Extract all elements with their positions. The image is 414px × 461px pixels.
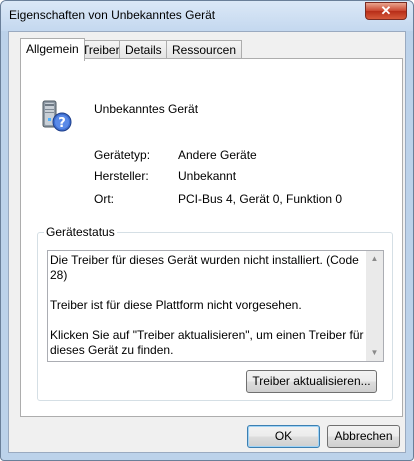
- update-driver-button[interactable]: Treiber aktualisieren...: [246, 370, 377, 393]
- close-button[interactable]: ✕: [365, 2, 407, 20]
- device-status-textbox[interactable]: Die Treiber für dieses Gerät wurden nich…: [47, 250, 384, 362]
- scroll-up-icon[interactable]: ▲: [366, 251, 383, 267]
- tab-allgemein[interactable]: Allgemein: [20, 38, 85, 61]
- cancel-label: Abbrechen: [334, 429, 393, 443]
- tab-ressourcen[interactable]: Ressourcen: [166, 40, 243, 59]
- ok-label: OK: [274, 429, 293, 443]
- device-type-label: Gerätetyp:: [94, 148, 151, 162]
- location-label: Ort:: [94, 192, 114, 206]
- status-line: Klicken Sie auf "Treiber aktualisieren",…: [50, 328, 364, 357]
- window-title: Eigenschaften von Unbekanntes Gerät: [9, 8, 216, 22]
- ok-button[interactable]: OK: [247, 425, 320, 448]
- status-line: Die Treiber für dieses Gerät wurden nich…: [50, 253, 359, 282]
- tab-panel-allgemein: ? Unbekanntes Gerät Gerätetyp: Andere Ge…: [20, 58, 403, 417]
- manufacturer-value: Unbekannt: [178, 169, 237, 183]
- device-status-group: Gerätestatus Die Treiber für dieses Gerä…: [37, 225, 393, 401]
- title-bar[interactable]: Eigenschaften von Unbekanntes Gerät ✕: [1, 1, 413, 31]
- unknown-device-icon: ?: [42, 100, 72, 132]
- properties-dialog: Eigenschaften von Unbekanntes Gerät ✕ Al…: [0, 0, 414, 461]
- device-status-text: Die Treiber für dieses Gerät wurden nich…: [50, 253, 368, 358]
- scroll-down-icon[interactable]: ▼: [366, 345, 383, 361]
- tab-label: Ressourcen: [172, 43, 237, 57]
- update-driver-label: Treiber aktualisieren...: [252, 374, 371, 388]
- tab-label: Allgemein: [26, 42, 79, 56]
- cancel-button[interactable]: Abbrechen: [327, 425, 400, 448]
- manufacturer-label: Hersteller:: [94, 169, 149, 183]
- tab-label: Treiber: [82, 43, 120, 57]
- tab-details[interactable]: Details: [119, 40, 168, 59]
- device-status-title: Gerätestatus: [44, 225, 117, 239]
- status-line: Treiber ist für diese Plattform nicht vo…: [50, 298, 302, 312]
- svg-text:?: ?: [58, 116, 66, 131]
- device-name: Unbekanntes Gerät: [94, 102, 199, 116]
- close-icon: ✕: [380, 3, 392, 18]
- device-type-value: Andere Geräte: [178, 148, 257, 162]
- status-scrollbar[interactable]: ▲ ▼: [366, 251, 383, 361]
- location-value: PCI-Bus 4, Gerät 0, Funktion 0: [178, 192, 343, 206]
- dialog-client-area: Allgemein Treiber Details Ressourcen ? U…: [8, 31, 406, 453]
- tab-label: Details: [125, 43, 162, 57]
